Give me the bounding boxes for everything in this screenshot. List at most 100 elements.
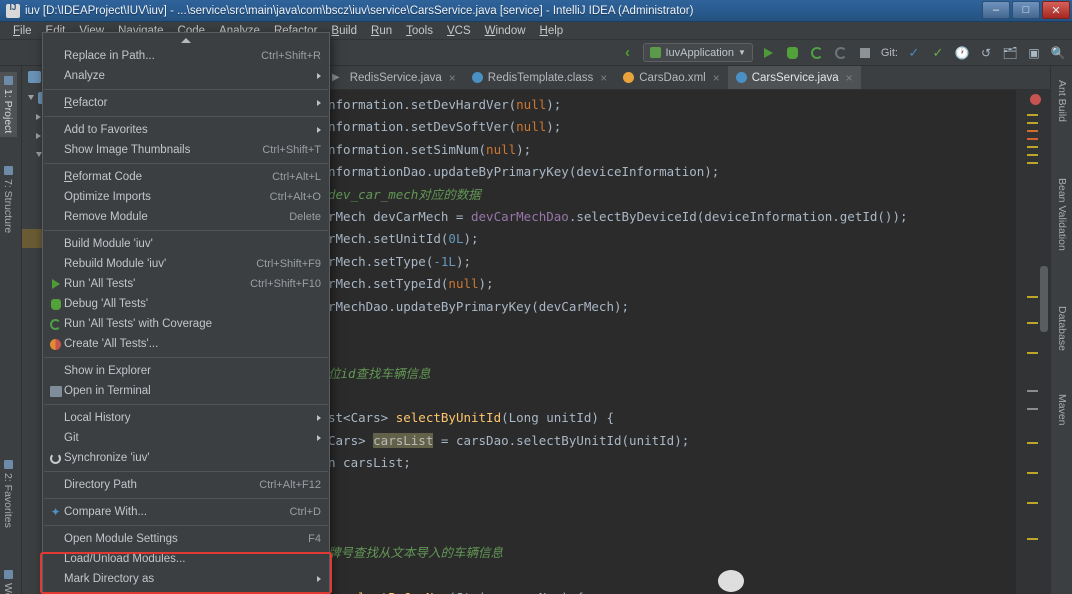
menu-item-replaceinpath[interactable]: Replace in Path... Ctrl+Shift+R (43, 46, 329, 66)
menu-item-debugalltests[interactable]: Debug 'All Tests' (43, 294, 329, 314)
menu-item-analyze[interactable]: Analyze (43, 66, 329, 86)
menu-item-label: Open Module Settings (64, 533, 178, 545)
menu-vcs[interactable]: VCS (440, 24, 478, 38)
profile-icon[interactable] (833, 45, 849, 61)
tool-window-button-database[interactable]: Database (1052, 298, 1072, 355)
close-icon[interactable]: × (713, 71, 720, 85)
debug-icon[interactable] (785, 45, 801, 61)
menu-item-showinexplorer[interactable]: Show in Explorer (43, 361, 329, 381)
code-line: nformationDao.updateByPrimaryKey(deviceI… (328, 164, 720, 180)
chevron-right-icon (317, 73, 321, 79)
menu-item-shortcut: Ctrl+Shift+R (261, 50, 321, 62)
project-structure-icon[interactable]: ▣ (1026, 45, 1042, 61)
menu-window[interactable]: Window (478, 24, 533, 38)
close-icon[interactable]: × (449, 71, 456, 85)
code-line: rMech devCarMech = devCarMechDao.selectB… (328, 208, 908, 224)
code-line: rMechDao.updateByPrimaryKey(devCarMech); (328, 298, 630, 314)
web-icon (3, 570, 13, 579)
menu-item-removebom[interactable]: Remove BOM (43, 589, 329, 594)
menu-item-label: Rebuild Module 'iuv' (64, 258, 167, 270)
menu-item-label: Load/Unload Modules... (64, 553, 186, 565)
menu-item-label: Run 'All Tests' (64, 278, 136, 290)
menu-item-label: Optimize Imports (64, 191, 151, 203)
menu-item-synchronizeiuv[interactable]: Synchronize 'iuv' (43, 448, 329, 468)
menu-item-localhistory[interactable]: Local History (43, 408, 329, 428)
menu-item-label: Synchronize 'iuv' (64, 452, 150, 464)
back-arrow-icon[interactable]: ‹ (619, 44, 635, 61)
coverage-icon (47, 318, 64, 330)
menu-item-comparewith[interactable]: ✦ Compare With... Ctrl+D (43, 502, 329, 522)
tab-scroll-left-icon[interactable]: ▶ (332, 66, 342, 89)
menu-item-rebuildmoduleiuv[interactable]: Rebuild Module 'iuv' Ctrl+Shift+F9 (43, 254, 329, 274)
tool-window-label: Web (2, 583, 14, 594)
commit-icon[interactable]: ✓ (930, 45, 946, 61)
menu-item-refactor[interactable]: Refactor (43, 93, 329, 113)
menu-separator (44, 357, 328, 358)
code-editor[interactable]: nformation.setDevHardVer(null); nformatio… (322, 90, 1016, 594)
rollback-icon[interactable]: ↺ (978, 45, 994, 61)
spring-boot-icon (650, 47, 662, 58)
menu-item-runalltests[interactable]: Run 'All Tests' Ctrl+Shift+F10 (43, 274, 329, 294)
compare-icon: ✦ (50, 505, 61, 519)
history-icon[interactable]: 🕐 (954, 45, 970, 61)
menu-item-removemodule[interactable]: Remove Module Delete (43, 207, 329, 227)
menu-scroll-up-button[interactable] (43, 35, 329, 46)
menu-item-openinterminal[interactable]: Open in Terminal (43, 381, 329, 401)
menu-item-directorypath[interactable]: Directory Path Ctrl+Alt+F12 (43, 475, 329, 495)
tool-window-label: 1: Project (2, 89, 14, 134)
stop-icon[interactable] (857, 45, 873, 61)
search-everywhere-icon[interactable]: 🔍 (1050, 45, 1066, 61)
menu-item-showimagethumbnails[interactable]: Show Image Thumbnails Ctrl+Shift+T (43, 140, 329, 160)
close-button[interactable]: ✕ (1042, 1, 1070, 19)
menu-item-label: Add to Favorites (64, 124, 148, 136)
menu-item-optimizeimports[interactable]: Optimize Imports Ctrl+Alt+O (43, 187, 329, 207)
code-line: s selectByCarNum(String carNum) { (328, 587, 1016, 594)
menu-item-buildmoduleiuv[interactable]: Build Module 'iuv' (43, 234, 329, 254)
settings-icon[interactable]: 🗂 (1002, 45, 1018, 61)
editor-tab-redistemplateclass[interactable]: RedisTemplate.class × (464, 66, 615, 89)
menu-run[interactable]: Run (364, 24, 399, 38)
toolbar-actions: ‹ IuvApplication ▼ Git: ✓ ✓ 🕐 ↺ 🗂 ▣ 🔍 (619, 43, 1066, 62)
tool-window-button-maven[interactable]: Maven (1052, 386, 1072, 430)
menu-item-loadunloadmodules[interactable]: Load/Unload Modules... (43, 549, 329, 569)
editor-tab-label: RedisService.java (349, 71, 442, 84)
tool-window-button-beanvalidation[interactable]: Bean Validation (1052, 170, 1072, 255)
tool-window-button-antbuild[interactable]: Ant Build (1052, 72, 1072, 126)
chevron-down-icon (28, 95, 34, 100)
menu-item-runalltestswithcoverage[interactable]: Run 'All Tests' with Coverage (43, 314, 329, 334)
minimize-button[interactable]: – (982, 1, 1010, 19)
code-line: n carsList; (328, 455, 411, 471)
run-configuration-selector[interactable]: IuvApplication ▼ (643, 43, 753, 62)
tool-window-button-structure[interactable]: 7: Structure (0, 162, 17, 237)
menu-build[interactable]: Build (324, 24, 364, 38)
close-icon[interactable]: × (600, 71, 607, 85)
tool-window-button-project[interactable]: 1: Project (0, 72, 17, 138)
close-icon[interactable]: × (846, 71, 853, 85)
menu-item-addtofavorites[interactable]: Add to Favorites (43, 120, 329, 140)
menu-separator (44, 471, 328, 472)
run-icon[interactable] (761, 45, 777, 61)
menu-file[interactable]: File (6, 24, 39, 38)
editor-tab-carsservicejava[interactable]: CarsService.java × (727, 66, 861, 89)
menu-item-shortcut: Ctrl+Alt+L (272, 171, 321, 183)
menu-item-createalltests[interactable]: Create 'All Tests'... (43, 334, 329, 354)
menu-item-label: Analyze (64, 70, 105, 82)
editor-tab-carsdaoxml[interactable]: CarsDao.xml × (615, 66, 727, 89)
menu-item-git[interactable]: Git (43, 428, 329, 448)
menu-item-markdirectoryas[interactable]: Mark Directory as (43, 569, 329, 589)
update-project-icon[interactable]: ✓ (906, 45, 922, 61)
run-with-coverage-icon[interactable] (809, 45, 825, 61)
tool-window-button-web[interactable]: Web (0, 566, 17, 594)
menu-tools[interactable]: Tools (399, 24, 440, 38)
menu-item-openmodulesettings[interactable]: Open Module Settings F4 (43, 529, 329, 549)
error-stripe-marker-gutter[interactable] (1016, 90, 1050, 594)
maximize-button[interactable]: □ (1012, 1, 1040, 19)
menu-help[interactable]: Help (533, 24, 571, 38)
module-context-menu[interactable]: Replace in Path... Ctrl+Shift+R Analyze Ref… (42, 32, 330, 594)
editor-tab-redisservicejava[interactable]: RedisService.java × (342, 66, 464, 89)
tool-window-button-favorites[interactable]: 2: Favorites (0, 456, 17, 532)
menu-item-reformatcode[interactable]: Reformat Code Ctrl+Alt+L (43, 167, 329, 187)
